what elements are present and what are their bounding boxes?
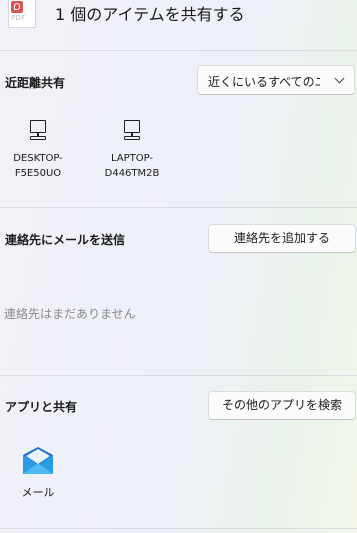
add-contact-button[interactable]: 連絡先を追加する — [208, 224, 356, 253]
computer-icon — [122, 120, 142, 144]
device-name-line1: DESKTOP- — [13, 153, 63, 164]
nearby-share-dropdown[interactable]: 近くにいるすべてのユ — [197, 65, 355, 95]
no-contacts-text: 連絡先はまだありません — [4, 307, 136, 321]
acrobat-icon — [11, 1, 23, 13]
header-divider — [0, 50, 357, 51]
device-name-line2: D446TM2B — [104, 168, 160, 179]
app-share-label: アプリと共有 — [5, 400, 78, 414]
mail-app-item[interactable]: メール — [19, 446, 57, 500]
pdf-file-icon: PDF — [8, 0, 36, 28]
nearby-share-label: 近距離共有 — [5, 76, 66, 90]
chevron-down-icon — [334, 73, 345, 84]
share-title: 1 個のアイテムを共有する — [55, 5, 245, 24]
contacts-divider — [0, 375, 357, 376]
dropdown-selected-value: 近くにいるすべてのユ — [208, 75, 320, 89]
find-more-apps-button[interactable]: その他のアプリを検索 — [208, 391, 356, 420]
mail-app-label: メール — [21, 486, 55, 499]
device-desktop[interactable]: DESKTOP- F5E50UO — [8, 120, 68, 181]
device-name-line1: LAPTOP- — [110, 153, 154, 164]
mail-icon — [21, 446, 55, 476]
email-contact-label: 連絡先にメールを送信 — [5, 233, 126, 247]
apps-divider — [0, 528, 357, 529]
device-laptop[interactable]: LAPTOP- D446TM2B — [100, 120, 164, 181]
computer-icon — [28, 120, 48, 144]
nearby-divider — [0, 207, 357, 208]
device-name-line2: F5E50UO — [14, 168, 62, 179]
file-extension-label: PDF — [11, 14, 26, 22]
